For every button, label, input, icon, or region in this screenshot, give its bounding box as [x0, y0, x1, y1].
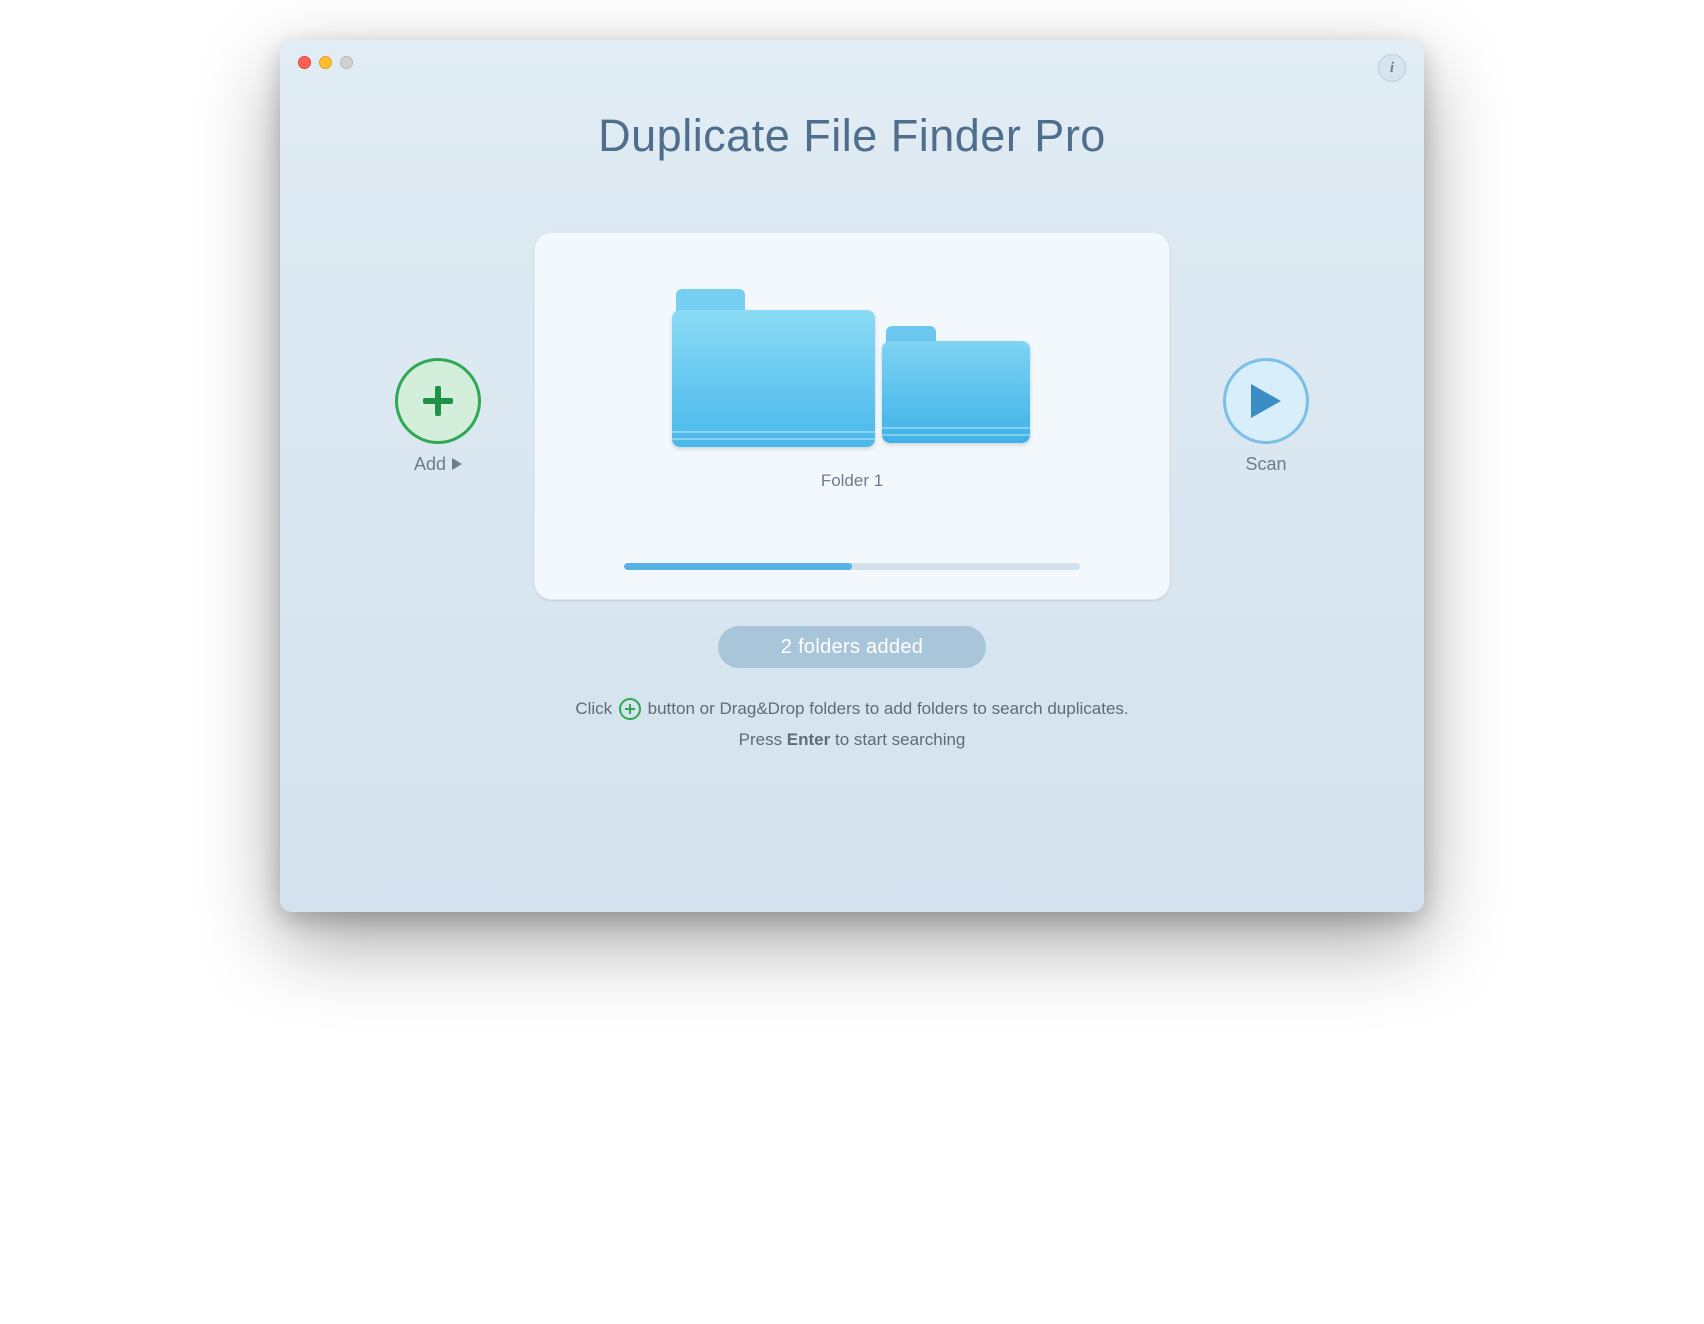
maximize-window-button[interactable]: [340, 56, 353, 69]
instruction-line-1: Click button or Drag&Drop folders to add…: [280, 694, 1424, 725]
folder-name-label: Folder 1: [821, 471, 883, 491]
app-window: i Duplicate File Finder Pro Add: [280, 40, 1424, 912]
close-window-button[interactable]: [298, 56, 311, 69]
scan-column: Scan: [1206, 358, 1326, 475]
add-button-label: Add: [414, 454, 446, 475]
add-label-row: Add: [414, 454, 462, 475]
info-icon: i: [1390, 60, 1394, 77]
info-button[interactable]: i: [1378, 54, 1406, 82]
scan-progress-fill: [624, 563, 852, 570]
add-button[interactable]: [395, 358, 481, 444]
folder-illustration: [672, 272, 1032, 447]
folder-icon-small: [882, 326, 1030, 443]
instruction-line-2: Press Enter to start searching: [280, 725, 1424, 756]
plus-icon: [418, 381, 458, 421]
folder-icon-large: [672, 289, 875, 447]
main-row: Add: [280, 232, 1424, 600]
app-title: Duplicate File Finder Pro: [280, 110, 1424, 162]
status-text: 2 folders added: [781, 636, 923, 659]
inline-plus-icon: [619, 698, 641, 720]
scan-button-label: Scan: [1245, 454, 1286, 475]
status-pill: 2 folders added: [718, 626, 986, 668]
minimize-window-button[interactable]: [319, 56, 332, 69]
play-icon: [1249, 382, 1283, 420]
add-column: Add: [378, 358, 498, 475]
scan-progress-bar: [624, 563, 1080, 570]
chevron-right-icon: [452, 458, 462, 470]
folder-card[interactable]: Folder 1: [534, 232, 1170, 600]
window-controls: [298, 56, 353, 69]
scan-button[interactable]: [1223, 358, 1309, 444]
instructions: Click button or Drag&Drop folders to add…: [280, 694, 1424, 755]
